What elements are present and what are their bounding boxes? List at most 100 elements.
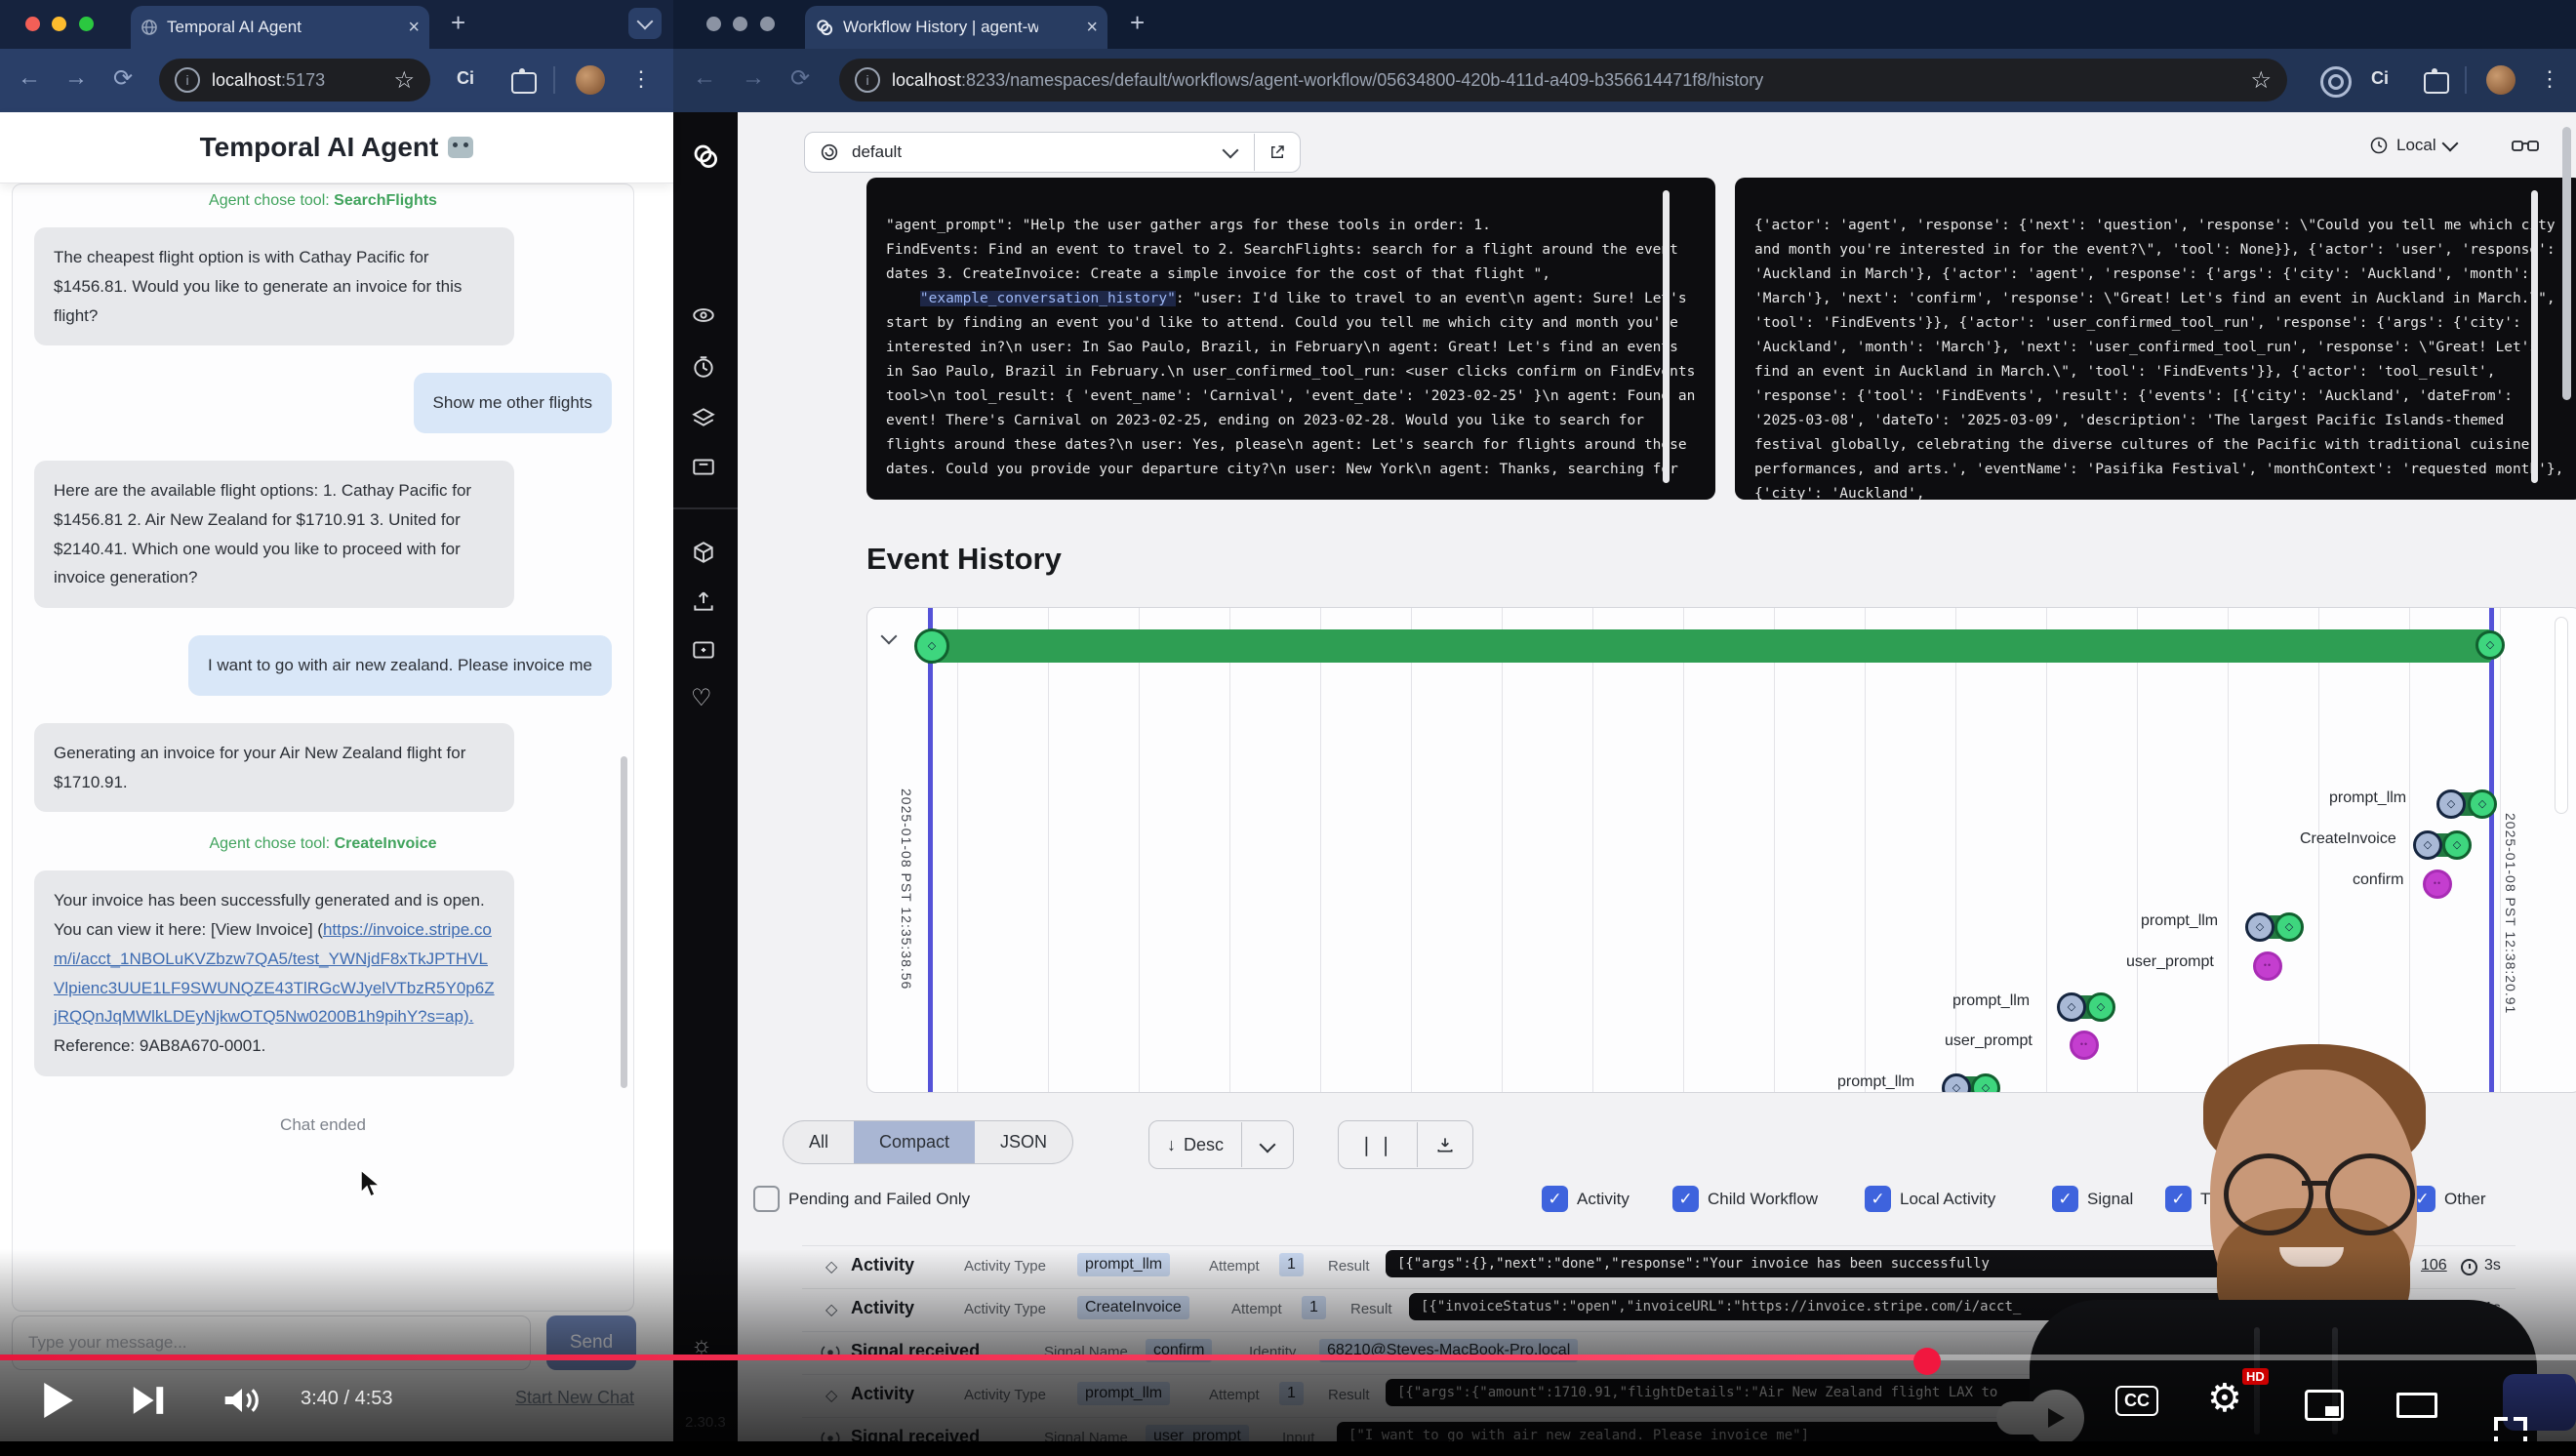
workflow-start-marker[interactable] [914, 628, 949, 664]
close-tab-icon[interactable]: × [1086, 17, 1098, 39]
browser-tab[interactable]: Workflow History | agent-wor × [805, 6, 1107, 49]
message-input[interactable] [12, 1315, 531, 1370]
minimize-window-button[interactable] [733, 17, 747, 31]
timeline-expand-chevron[interactable] [883, 629, 895, 647]
url-path: :8233/namespaces/default/workflows/agent… [961, 70, 1763, 90]
timeline-scrollbar[interactable] [2555, 617, 2568, 814]
page-scrollbar[interactable] [2562, 127, 2571, 400]
filter-activity[interactable]: ✓Activity [1542, 1186, 1630, 1212]
nav-import-icon[interactable] [691, 588, 716, 614]
bookmark-star-icon[interactable]: ☆ [2250, 66, 2272, 95]
browser-tab[interactable]: Temporal AI Agent × [131, 6, 429, 49]
time-zone-value: Local [2396, 136, 2436, 155]
nav-schedules-icon[interactable] [691, 354, 716, 380]
input-payload-panel[interactable]: "agent_prompt": "Help the user gather ar… [866, 178, 1715, 500]
extensions-puzzle-icon[interactable] [2424, 72, 2449, 94]
back-button[interactable]: ← [18, 64, 41, 92]
next-button[interactable] [131, 1384, 166, 1417]
signal-marker[interactable] [2423, 870, 2452, 899]
activity-completed-marker[interactable] [2468, 789, 2497, 819]
nav-workflows-icon[interactable] [691, 303, 716, 328]
extension-ci-icon[interactable]: Ci [2371, 68, 2389, 89]
forward-button[interactable]: → [64, 64, 88, 92]
reload-button[interactable]: ⟳ [790, 64, 810, 93]
back-button[interactable]: ← [693, 64, 716, 92]
password-manager-icon[interactable] [2320, 66, 2352, 98]
site-info-icon[interactable]: i [175, 67, 200, 93]
temporal-logo[interactable] [691, 142, 720, 171]
timeline-end-line [2489, 608, 2494, 1092]
nav-batch-icon[interactable] [691, 540, 716, 565]
browser-menu-icon[interactable]: ⋮ [2539, 66, 2560, 92]
workflow-end-marker[interactable] [2475, 630, 2505, 660]
code-scrollbar[interactable] [1663, 190, 1670, 483]
new-tab-button[interactable]: + [451, 8, 465, 38]
temporal-favicon-icon [815, 18, 834, 37]
letterbox-bar [0, 1441, 2576, 1456]
volume-icon[interactable] [222, 1384, 262, 1417]
minimize-window-button[interactable] [52, 17, 66, 31]
profile-avatar[interactable] [2486, 65, 2516, 95]
url-path: :5173 [281, 70, 325, 90]
send-button[interactable]: Send [546, 1315, 636, 1370]
nav-archival-icon[interactable] [691, 454, 716, 479]
miniplayer-button[interactable] [2305, 1390, 2344, 1421]
person-mouth [2279, 1247, 2344, 1267]
sort-desc-button[interactable]: ↓ Desc [1149, 1135, 1241, 1155]
chat-message-list: Agent chose tool: SearchFlights The chea… [12, 183, 634, 1312]
filter-local-activity[interactable]: ✓Local Activity [1865, 1186, 1995, 1212]
chat-ended-status: Chat ended [34, 1115, 612, 1135]
start-new-chat-link[interactable]: Start New Chat [515, 1388, 634, 1408]
play-button[interactable] [41, 1380, 76, 1421]
pause-feed-button[interactable]: ❘❘ [1339, 1133, 1417, 1157]
timeline-start-line [928, 608, 933, 1092]
site-info-icon[interactable]: i [855, 67, 880, 93]
checkbox-unchecked [753, 1186, 780, 1212]
profile-avatar[interactable] [576, 65, 605, 95]
data-encoder-icon[interactable] [2512, 136, 2539, 157]
view-all-button[interactable]: All [784, 1121, 854, 1163]
new-tab-button[interactable]: + [1130, 8, 1145, 38]
workflow-execution-bar[interactable] [930, 629, 2491, 663]
open-namespace-icon[interactable] [1255, 143, 1300, 161]
close-window-button[interactable] [25, 17, 40, 31]
view-json-button[interactable]: JSON [975, 1121, 1072, 1163]
nav-namespaces-icon[interactable] [691, 405, 716, 430]
theater-mode-button[interactable] [2396, 1393, 2437, 1418]
left-browser-window: Temporal AI Agent × + ← → ⟳ i localhost:… [0, 0, 673, 1441]
captions-button[interactable]: CC [2115, 1386, 2158, 1416]
bookmark-star-icon[interactable]: ☆ [393, 66, 415, 95]
maximize-window-button[interactable] [79, 17, 94, 31]
timeline-start-time: 2025-01-08 PST 12:35:38.56 [899, 789, 914, 990]
tab-search-button[interactable] [628, 8, 662, 39]
pending-failed-filter[interactable]: Pending and Failed Only [753, 1186, 970, 1212]
reload-button[interactable]: ⟳ [113, 64, 133, 93]
close-tab-icon[interactable]: × [408, 17, 420, 39]
sort-options-chevron[interactable] [1242, 1135, 1293, 1155]
address-bar[interactable]: i localhost:5173 ☆ [159, 59, 430, 101]
address-bar[interactable]: i localhost:8233/namespaces/default/work… [839, 59, 2287, 101]
close-window-button[interactable] [706, 17, 721, 31]
chat-scrollbar[interactable] [621, 756, 627, 1088]
namespace-select[interactable]: default [804, 132, 1301, 173]
result-payload-panel[interactable]: {'actor': 'agent', 'response': {'next': … [1735, 178, 2576, 500]
forward-button[interactable]: → [742, 64, 765, 92]
nav-labs-icon[interactable] [691, 637, 716, 663]
settings-gear-icon[interactable]: ⚙ [2207, 1376, 2242, 1421]
filter-child-workflow[interactable]: ✓Child Workflow [1672, 1186, 1818, 1212]
code-scrollbar[interactable] [2531, 190, 2538, 483]
user-message: Show me other flights [414, 373, 612, 433]
pause-download-group: ❘❘ [1338, 1120, 1473, 1169]
namespace-value: default [852, 142, 902, 162]
agent-message: Here are the available flight options: 1… [34, 461, 514, 608]
view-compact-button[interactable]: Compact [854, 1121, 975, 1163]
extensions-puzzle-icon[interactable] [511, 72, 537, 94]
nav-feedback-icon[interactable]: ♡ [691, 684, 712, 712]
activity-scheduled-marker[interactable] [2436, 789, 2466, 819]
browser-menu-icon[interactable]: ⋮ [630, 66, 652, 92]
extension-ci-icon[interactable]: Ci [457, 68, 474, 89]
time-zone-select[interactable]: Local [2369, 136, 2456, 155]
maximize-window-button[interactable] [760, 17, 775, 31]
download-history-button[interactable] [1418, 1135, 1472, 1154]
checkbox-checked: ✓ [1672, 1186, 1699, 1212]
